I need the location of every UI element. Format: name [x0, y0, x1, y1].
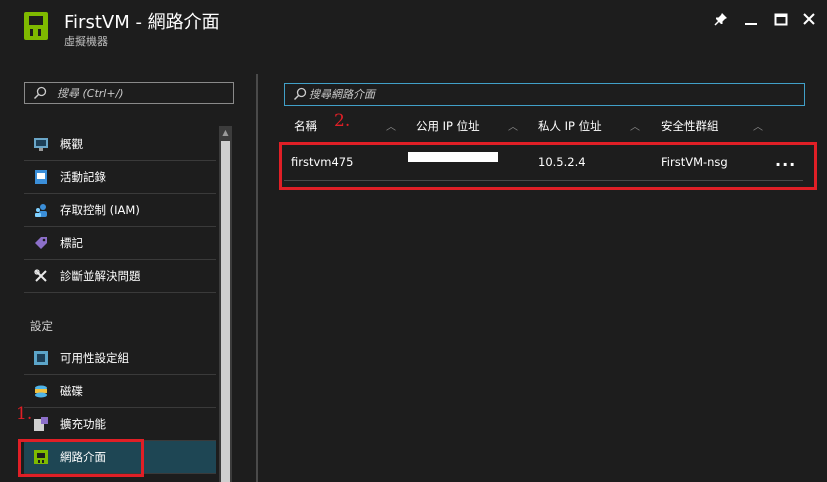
private-ip-cell: 10.5.2.4: [538, 155, 586, 169]
overview-icon: [34, 138, 48, 151]
sidebar-item-label: 網路介面: [60, 450, 106, 464]
menu-scrollbar[interactable]: ▲: [219, 126, 232, 482]
sidebar-item-label: 活動記錄: [60, 170, 106, 184]
close-icon[interactable]: [798, 10, 820, 32]
sidebar-item-label: 磁碟: [60, 384, 83, 398]
page-title: FirstVM - 網路介面: [64, 12, 220, 33]
virtual-machine-icon: [24, 12, 48, 40]
table-row-divider: [284, 180, 803, 181]
public-ip-redacted: [408, 152, 498, 162]
sidebar-item-label: 擴充功能: [60, 417, 106, 431]
sort-icon[interactable]: ︿: [508, 118, 518, 133]
sidebar-item-disks[interactable]: 磁碟: [24, 375, 216, 408]
nic-name-cell[interactable]: firstvm475: [291, 155, 353, 169]
sidebar-item-access-control[interactable]: 存取控制 (IAM): [24, 194, 216, 227]
title-bar: FirstVM - 網路介面 虛擬機器: [0, 0, 827, 58]
sidebar-item-label: 存取控制 (IAM): [60, 203, 140, 217]
sort-icon[interactable]: ︿: [386, 118, 396, 133]
sidebar-item-label: 標記: [60, 236, 83, 250]
network-interface-search-input[interactable]: 搜尋網路介面: [284, 83, 805, 106]
column-header-name[interactable]: 名稱: [294, 118, 317, 134]
sidebar-item-activity-log[interactable]: 活動記錄: [24, 161, 216, 194]
sidebar-item-overview[interactable]: 概觀: [24, 128, 216, 161]
sidebar-item-tags[interactable]: 標記: [24, 227, 216, 260]
annotation-step-2: 2.: [334, 111, 351, 131]
disk-icon: [35, 385, 47, 398]
menu-search-input[interactable]: 搜尋 (Ctrl+/): [24, 82, 234, 104]
activity-log-icon: [35, 170, 47, 184]
sidebar-item-label: 可用性設定組: [60, 351, 129, 365]
maximize-icon[interactable]: [770, 10, 792, 32]
access-control-icon: [35, 204, 47, 217]
pin-icon[interactable]: [710, 10, 732, 32]
sidebar-item-network-interfaces[interactable]: 網路介面: [24, 441, 216, 474]
security-group-cell[interactable]: FirstVM-nsg: [661, 155, 728, 169]
availability-set-icon: [34, 351, 48, 365]
more-options-icon[interactable]: ...: [775, 151, 796, 170]
sidebar-item-extensions[interactable]: 擴充功能: [24, 408, 216, 441]
annotation-step-1: 1.: [16, 404, 33, 424]
sort-icon[interactable]: ︿: [753, 118, 763, 133]
resource-menu: 搜尋 (Ctrl+/) 概觀 活動記錄 存取控制 (IAM) 標記 診斷並解決問…: [0, 58, 250, 482]
minimize-icon[interactable]: [740, 10, 762, 32]
sidebar-item-label: 概觀: [60, 137, 83, 151]
column-header-public-ip[interactable]: 公用 IP 位址: [416, 118, 480, 134]
scrollbar-thumb[interactable]: [221, 141, 230, 482]
sidebar-item-availability-set[interactable]: 可用性設定組: [24, 342, 216, 375]
page-subtitle: 虛擬機器: [64, 35, 108, 48]
search-icon: [33, 86, 47, 100]
tag-icon: [35, 237, 47, 249]
settings-section-header: 設定: [30, 319, 53, 333]
search-icon: [293, 87, 307, 101]
menu-search-placeholder: 搜尋 (Ctrl+/): [57, 87, 124, 100]
column-header-private-ip[interactable]: 私人 IP 位址: [538, 118, 602, 134]
blade-divider: [256, 74, 258, 482]
sidebar-item-diagnose[interactable]: 診斷並解決問題: [24, 260, 216, 293]
column-header-security-group[interactable]: 安全性群組: [661, 118, 719, 134]
network-interface-search-placeholder: 搜尋網路介面: [309, 88, 375, 101]
extensions-icon: [34, 417, 48, 431]
sidebar-item-label: 診斷並解決問題: [60, 269, 141, 283]
wrench-icon: [34, 269, 47, 282]
sort-icon[interactable]: ︿: [630, 118, 640, 133]
network-interface-icon: [34, 450, 48, 464]
scroll-up-icon[interactable]: ▲: [219, 126, 232, 139]
